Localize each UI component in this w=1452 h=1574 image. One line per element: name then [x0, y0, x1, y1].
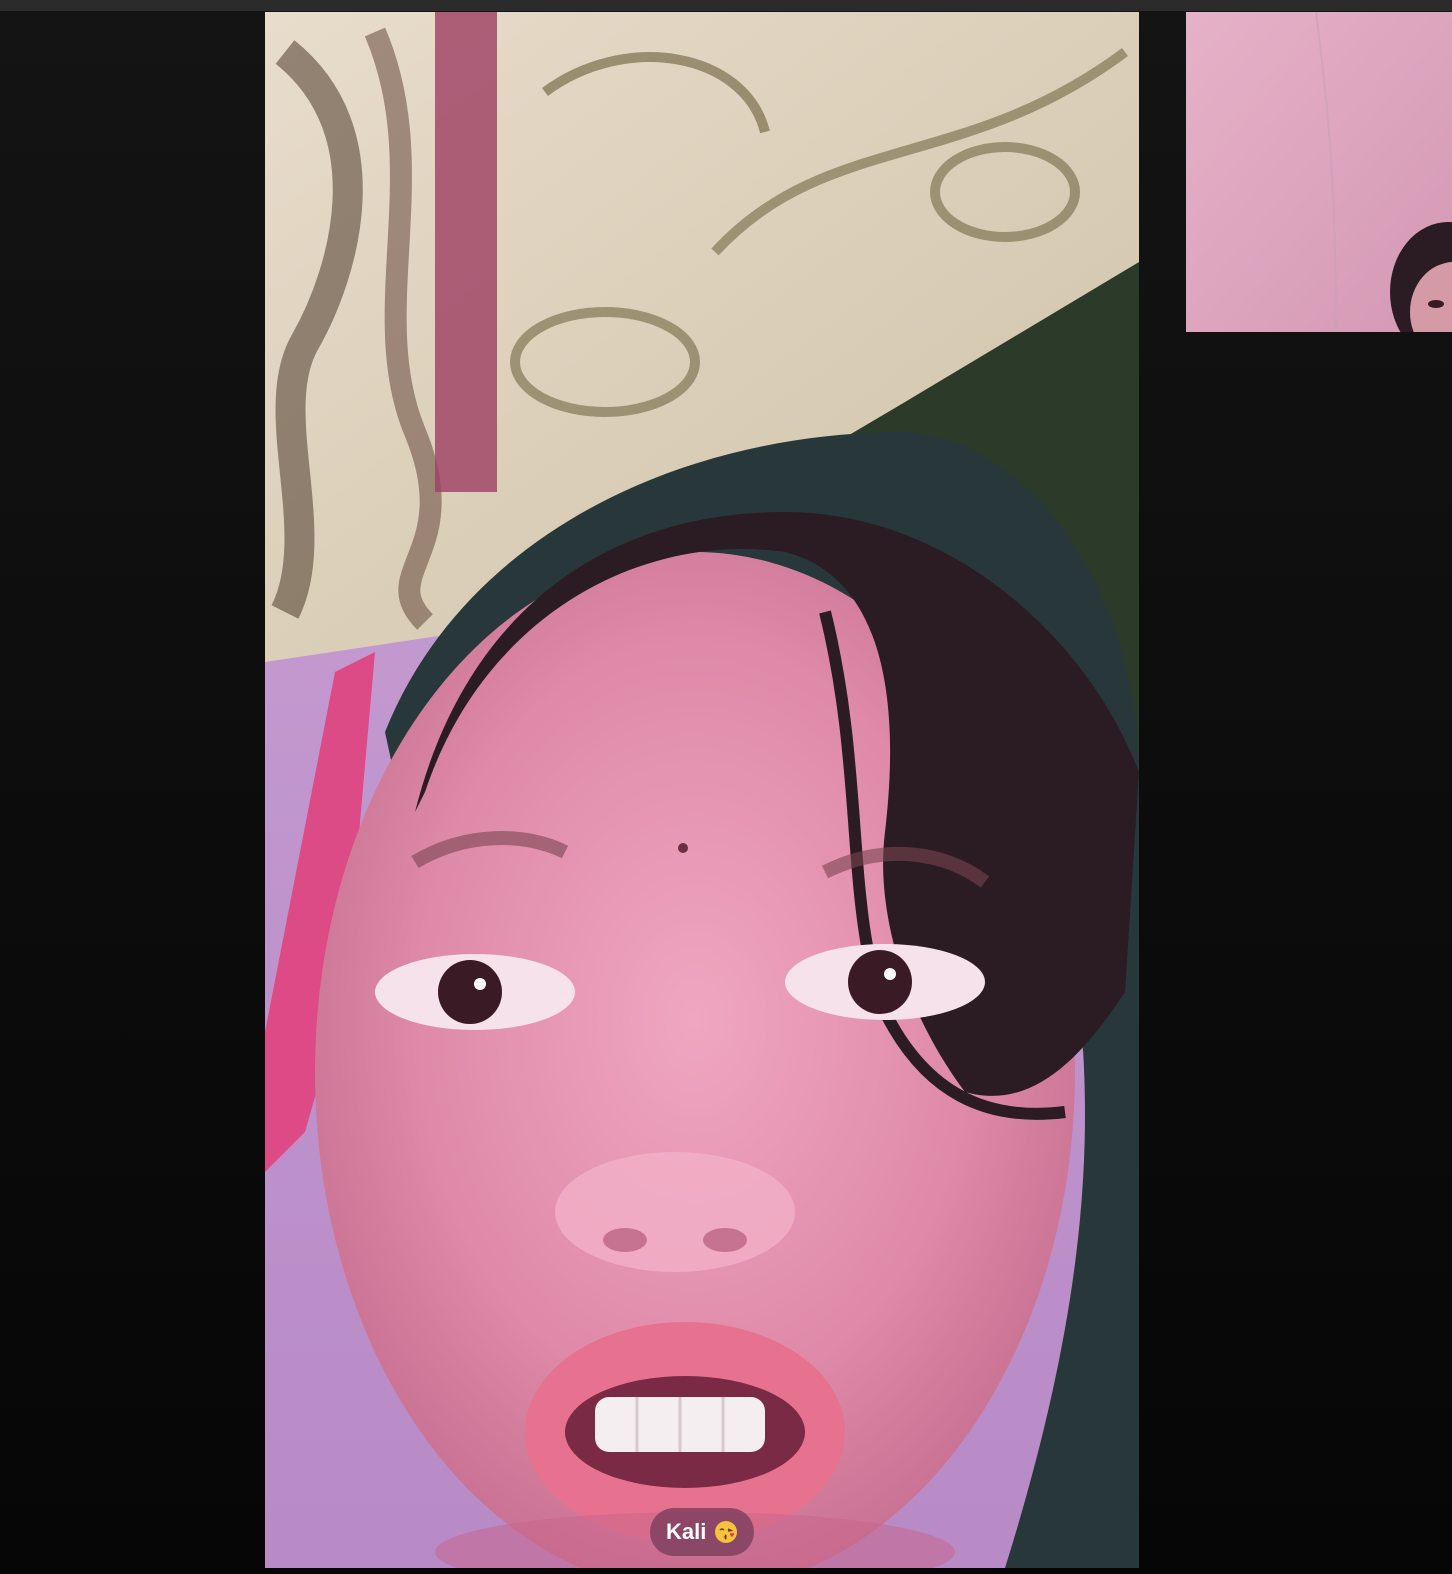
self-view-frame — [1186, 12, 1452, 332]
participant-name: Kali — [666, 1519, 707, 1544]
participant-name-tag: Kali — [650, 1508, 755, 1556]
kissing-face-icon — [715, 1521, 738, 1543]
self-view-thumbnail[interactable] — [1186, 12, 1452, 332]
remote-video-feed[interactable] — [265, 12, 1139, 1568]
remote-video-frame — [265, 12, 1139, 1568]
video-call-window: Kali — [0, 0, 1452, 1574]
window-top-edge — [0, 0, 1452, 11]
